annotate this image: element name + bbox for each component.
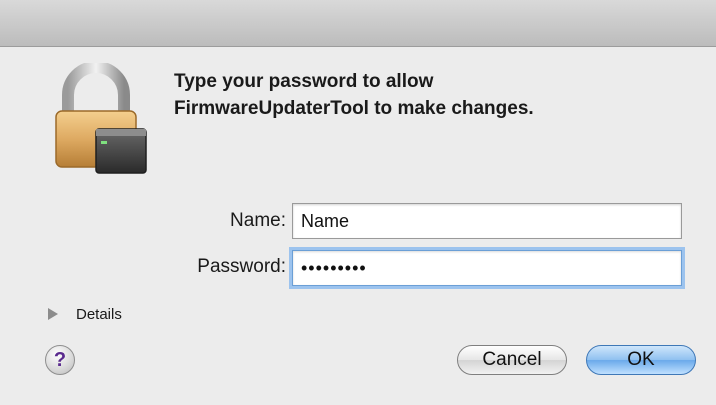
password-label: Password: <box>197 256 286 277</box>
message-line-2: FirmwareUpdaterTool to make changes. <box>174 98 534 119</box>
name-field[interactable]: Name <box>292 203 682 239</box>
title-bar <box>0 0 716 47</box>
help-button[interactable]: ? <box>45 345 75 375</box>
lock-icon <box>55 63 147 174</box>
help-icon: ? <box>53 348 67 371</box>
password-field[interactable]: ••••••••• <box>292 250 682 286</box>
auth-message: Type your password to allow FirmwareUpda… <box>174 68 694 122</box>
cancel-button[interactable]: Cancel <box>457 345 567 375</box>
message-line-1: Type your password to allow <box>174 71 434 92</box>
details-label: Details <box>76 305 122 323</box>
name-label: Name: <box>230 210 286 231</box>
disclosure-triangle-icon[interactable] <box>48 308 58 320</box>
ok-button[interactable]: OK <box>586 345 696 375</box>
details-disclosure[interactable]: Details <box>48 304 122 324</box>
